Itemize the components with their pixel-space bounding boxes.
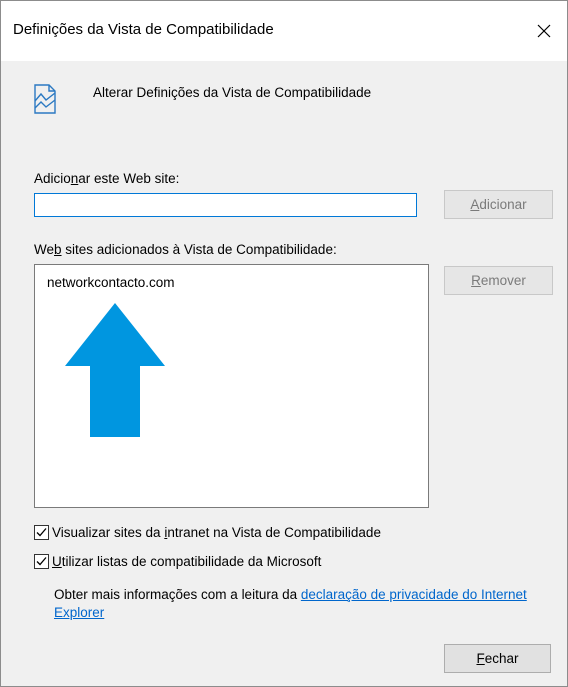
added-sites-list[interactable]: networkcontacto.com bbox=[34, 264, 429, 508]
intranet-option-label: Visualizar sites da intranet na Vista de… bbox=[52, 525, 381, 540]
microsoft-lists-checkbox[interactable] bbox=[34, 554, 49, 569]
remove-button[interactable]: Remover bbox=[444, 266, 553, 295]
compat-view-page-icon bbox=[34, 84, 56, 114]
header-text: Alterar Definições da Vista de Compatibi… bbox=[93, 85, 372, 100]
up-arrow-annotation bbox=[65, 303, 165, 437]
compat-view-dialog: Definições da Vista de Compatibilidade A… bbox=[0, 0, 568, 687]
intranet-checkbox[interactable] bbox=[34, 525, 49, 540]
add-button[interactable]: Adicionar bbox=[444, 190, 553, 219]
checkmark-icon bbox=[36, 557, 47, 566]
list-item[interactable]: networkcontacto.com bbox=[47, 275, 175, 290]
added-sites-label: Web sites adicionados à Vista de Compati… bbox=[34, 242, 337, 257]
close-button[interactable]: Fechar bbox=[444, 644, 551, 673]
add-site-label: Adicionar este Web site: bbox=[34, 171, 180, 186]
close-icon bbox=[537, 24, 551, 38]
privacy-info-text: Obter mais informações com a leitura da … bbox=[54, 587, 527, 620]
intranet-compat-option[interactable]: Visualizar sites da intranet na Vista de… bbox=[34, 525, 381, 540]
website-url-input[interactable] bbox=[34, 193, 417, 217]
checkmark-icon bbox=[36, 528, 47, 537]
close-window-button[interactable] bbox=[521, 9, 567, 53]
microsoft-lists-option[interactable]: Utilizar listas de compatibilidade da Mi… bbox=[34, 554, 321, 569]
microsoft-lists-label: Utilizar listas de compatibilidade da Mi… bbox=[52, 554, 322, 569]
title-bar: Definições da Vista de Compatibilidade bbox=[1, 1, 567, 61]
window-title: Definições da Vista de Compatibilidade bbox=[13, 21, 274, 38]
